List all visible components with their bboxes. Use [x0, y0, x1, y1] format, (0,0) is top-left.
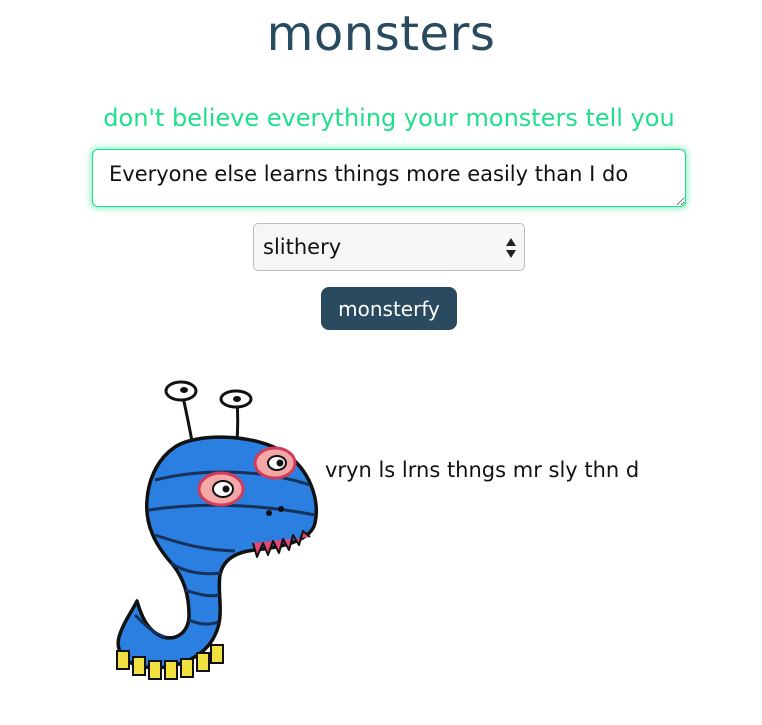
monster-type-selected-value: slithery — [263, 235, 342, 259]
page-subtitle: don't believe everything your monsters t… — [103, 104, 675, 132]
select-arrows-icon — [506, 238, 516, 258]
slithery-monster-icon — [116, 380, 318, 680]
monster-type-select[interactable]: slithery — [253, 223, 525, 271]
thought-input[interactable] — [92, 149, 686, 207]
monsterfy-button[interactable]: monsterfy — [321, 287, 457, 330]
page: monsters don't believe everything your m… — [0, 0, 762, 725]
monster-speech-text: vryn ls lrns thngs mr sly thn d — [325, 458, 640, 482]
page-title: monsters — [266, 6, 496, 62]
